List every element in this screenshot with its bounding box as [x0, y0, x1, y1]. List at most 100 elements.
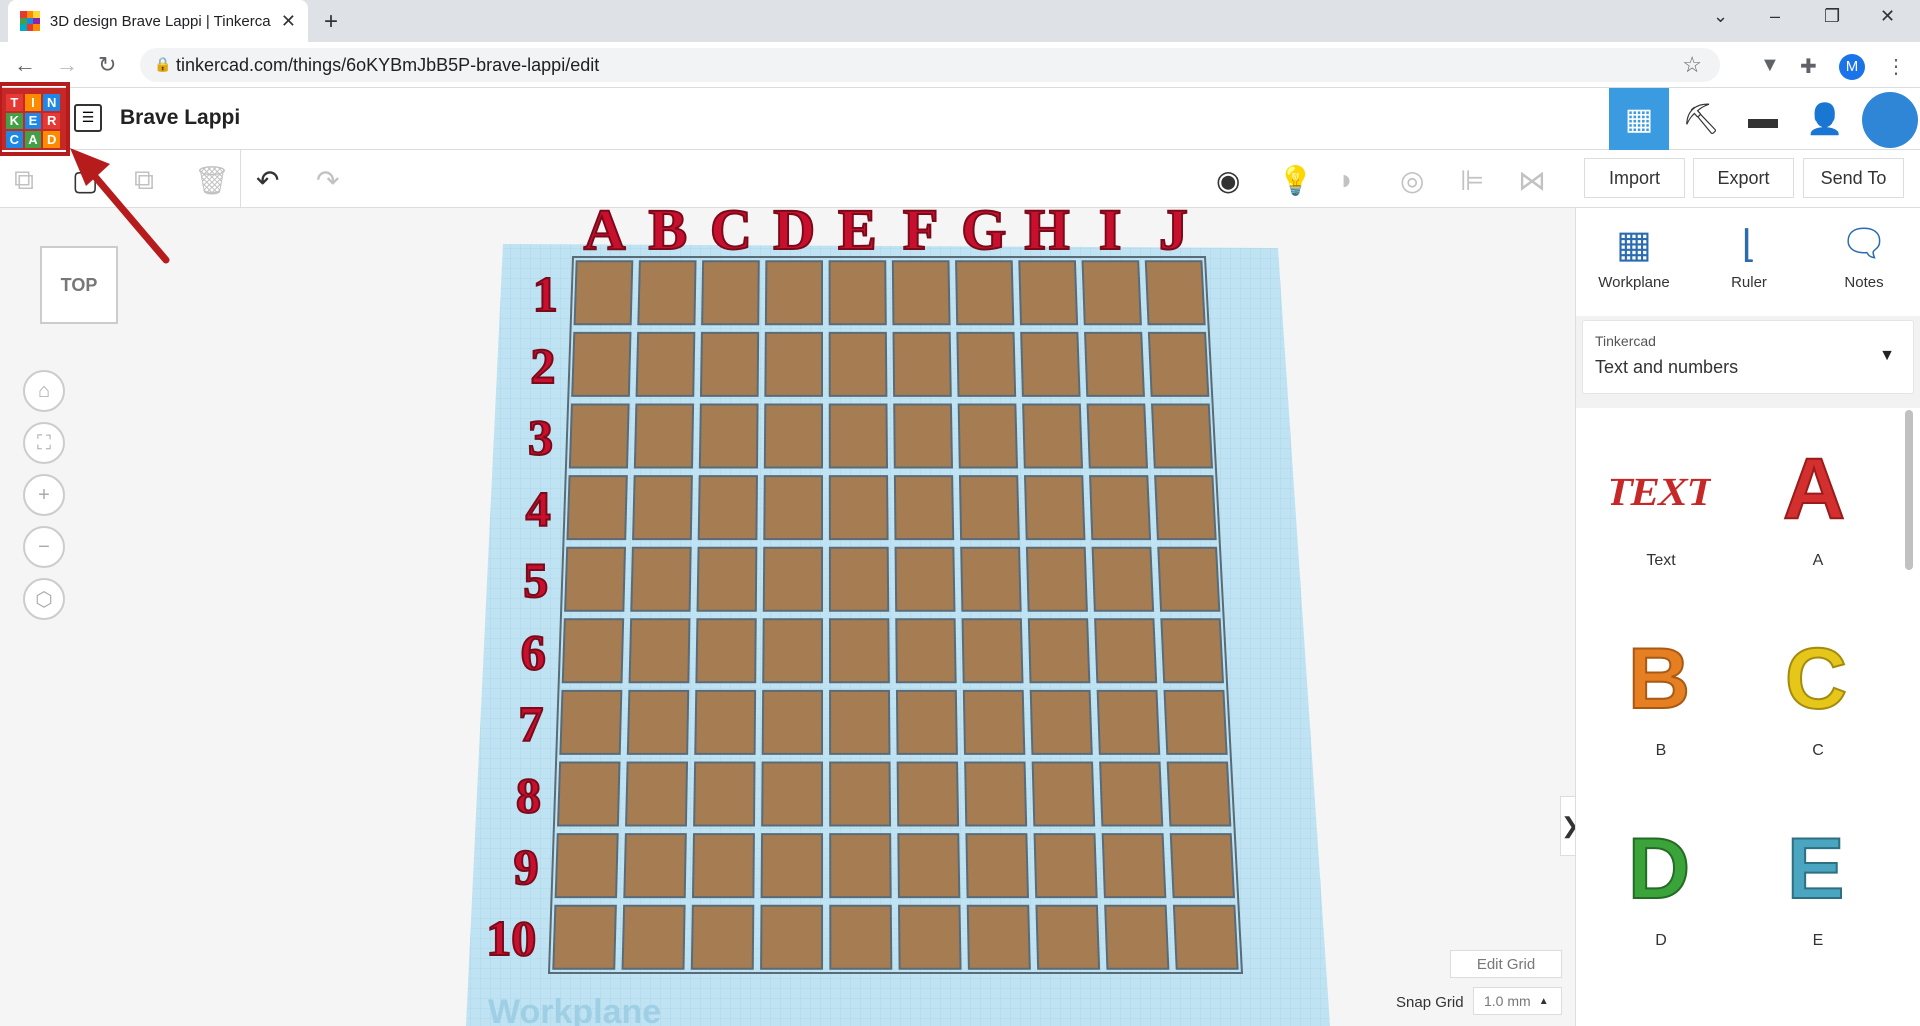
shape-item-d[interactable]: D D: [1596, 812, 1726, 950]
board-cell[interactable]: [559, 689, 623, 755]
board-cell[interactable]: [632, 475, 693, 541]
fit-all-icon[interactable]: ⛶: [23, 422, 65, 464]
board-cell[interactable]: [630, 546, 692, 612]
notes-visibility-icon[interactable]: ◉: [1216, 164, 1240, 197]
board-cell[interactable]: [699, 331, 760, 397]
row-number[interactable]: 7: [517, 694, 544, 752]
board-cell[interactable]: [1035, 904, 1101, 970]
extensions-puzzle-icon[interactable]: ✚: [1800, 54, 1817, 79]
browser-profile-avatar[interactable]: M: [1839, 54, 1865, 80]
column-letter[interactable]: B: [647, 208, 688, 263]
board-cell[interactable]: [764, 260, 824, 326]
row-number[interactable]: 8: [515, 766, 542, 824]
column-letter[interactable]: A: [583, 208, 627, 263]
board-cell[interactable]: [961, 618, 1024, 684]
reload-icon[interactable]: ↻: [98, 52, 116, 78]
orthographic-cube-icon[interactable]: ⬡: [23, 578, 65, 620]
board-cell[interactable]: [552, 904, 617, 970]
browser-menu-icon[interactable]: ⋮: [1886, 54, 1906, 79]
board-cell[interactable]: [957, 403, 1019, 469]
board-cell[interactable]: [828, 618, 890, 684]
column-letter[interactable]: H: [1023, 208, 1070, 263]
board-cell[interactable]: [1089, 475, 1152, 541]
board-cell[interactable]: [1086, 403, 1149, 469]
board-cell[interactable]: [762, 618, 824, 684]
shape-item-text[interactable]: TEXT Text: [1596, 432, 1726, 570]
board-cell[interactable]: [571, 331, 632, 397]
url-text[interactable]: tinkercad.com/things/6oKYBmJbB5P-brave-l…: [176, 55, 599, 76]
workplane-canvas[interactable]: Workplane ABCDEFGHIJ 1 2 3 4 5 6 7 8 9 10: [0, 208, 1575, 1026]
panel-collapse-chevron-icon[interactable]: ❯: [1560, 796, 1575, 856]
row-number[interactable]: 4: [525, 480, 552, 538]
forward-arrow-icon[interactable]: →: [56, 52, 78, 78]
board-cell[interactable]: [1166, 761, 1232, 827]
shape-item-b[interactable]: B B: [1596, 622, 1726, 760]
column-letter[interactable]: I: [1098, 208, 1123, 263]
board-cell[interactable]: [633, 403, 695, 469]
board-cell[interactable]: [694, 689, 757, 755]
board-cell[interactable]: [897, 833, 961, 899]
lock-icon[interactable]: 🔒: [154, 56, 171, 73]
shape-item-e[interactable]: E E: [1753, 812, 1883, 950]
shape-item-a[interactable]: A A: [1753, 432, 1883, 570]
delete-trash-icon[interactable]: 🗑: [194, 164, 230, 197]
board-cell[interactable]: [1023, 475, 1086, 541]
undo-icon[interactable]: ↶: [256, 164, 279, 197]
ungroup-icon[interactable]: ◎: [1400, 164, 1424, 197]
row-number[interactable]: 3: [527, 408, 554, 466]
board-cell[interactable]: [573, 260, 634, 326]
board-cell[interactable]: [894, 546, 956, 612]
board-cell[interactable]: [1104, 904, 1170, 970]
url-omnibox[interactable]: 🔒 tinkercad.com/things/6oKYBmJbB5P-brave…: [140, 48, 1720, 82]
row-number[interactable]: 2: [529, 336, 556, 394]
tab-close-icon[interactable]: ✕: [281, 11, 296, 32]
window-restore-button[interactable]: ❐: [1824, 6, 1840, 27]
board-cell[interactable]: [828, 475, 889, 541]
board-cell[interactable]: [966, 904, 1031, 970]
back-arrow-icon[interactable]: ←: [14, 52, 36, 78]
column-letter[interactable]: D: [772, 208, 816, 263]
board-cell[interactable]: [696, 546, 758, 612]
paste-icon[interactable]: ▢: [72, 164, 98, 197]
board-cell[interactable]: [566, 475, 628, 541]
import-button[interactable]: Import: [1584, 158, 1685, 198]
board-cell[interactable]: [1081, 260, 1142, 326]
group-shape-icon[interactable]: ◗: [1338, 164, 1355, 196]
row-number[interactable]: 5: [522, 551, 549, 609]
window-close-button[interactable]: ✕: [1880, 6, 1895, 27]
board-cell[interactable]: [1099, 761, 1164, 827]
zoom-in-icon[interactable]: +: [23, 474, 65, 516]
board-cell[interactable]: [891, 260, 951, 326]
board-cell[interactable]: [695, 618, 757, 684]
board-cell[interactable]: [693, 761, 756, 827]
column-letter[interactable]: G: [960, 208, 1007, 263]
browser-tab[interactable]: 3D design Brave Lappi | Tinkercad ✕: [8, 0, 308, 42]
mirror-icon[interactable]: ⋈: [1518, 164, 1546, 197]
board-cell[interactable]: [621, 904, 686, 970]
row-number[interactable]: 10: [485, 909, 537, 967]
board-cell[interactable]: [829, 833, 892, 899]
board-cell[interactable]: [760, 904, 824, 970]
board-cell[interactable]: [760, 833, 824, 899]
pickaxe-icon[interactable]: ⛏: [1671, 88, 1731, 150]
board-cell[interactable]: [1154, 475, 1217, 541]
board-cell[interactable]: [1101, 833, 1167, 899]
board-cell[interactable]: [1084, 331, 1145, 397]
board-cell[interactable]: [635, 331, 696, 397]
board-cell[interactable]: [955, 260, 1015, 326]
board-cell[interactable]: [965, 833, 1030, 899]
board-cell[interactable]: [1157, 546, 1221, 612]
board-cell[interactable]: [1163, 689, 1228, 755]
board-cell[interactable]: [1160, 618, 1225, 684]
board-cell[interactable]: [896, 761, 960, 827]
board-cell[interactable]: [1025, 546, 1088, 612]
redo-icon[interactable]: ↷: [316, 164, 339, 197]
board-cell[interactable]: [829, 904, 893, 970]
board-cell[interactable]: [701, 260, 760, 326]
workplane-tool[interactable]: ▦ Workplane: [1588, 222, 1680, 291]
edit-grid-button[interactable]: Edit Grid: [1450, 950, 1562, 978]
extension-icon[interactable]: ▼: [1760, 54, 1780, 77]
board-cell[interactable]: [1029, 689, 1093, 755]
board-cell[interactable]: [625, 761, 689, 827]
board-cell[interactable]: [960, 546, 1022, 612]
